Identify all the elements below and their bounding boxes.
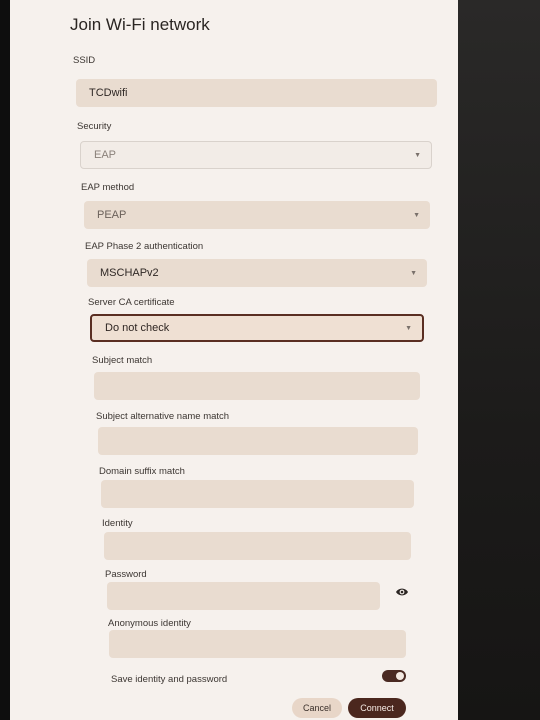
chevron-down-icon: ▼ (413, 211, 420, 219)
security-label: Security (77, 121, 112, 132)
cancel-button[interactable]: Cancel (292, 698, 342, 718)
ca-cert-value: Do not check (105, 322, 170, 334)
ssid-field[interactable]: TCDwifi (76, 79, 437, 107)
san-match-field[interactable] (98, 427, 418, 455)
password-field[interactable] (107, 582, 380, 610)
phase2-select[interactable]: MSCHAPv2 ▼ (87, 259, 427, 287)
connect-button[interactable]: Connect (348, 698, 406, 718)
ssid-value: TCDwifi (89, 87, 128, 99)
phase2-value: MSCHAPv2 (100, 267, 159, 279)
anon-identity-label: Anonymous identity (108, 618, 191, 629)
security-value: EAP (94, 149, 117, 161)
ca-cert-label: Server CA certificate (88, 297, 175, 308)
password-label: Password (105, 569, 147, 580)
san-match-label: Subject alternative name match (96, 411, 230, 422)
save-identity-toggle[interactable] (382, 670, 406, 682)
chevron-down-icon: ▼ (405, 324, 412, 332)
subject-match-label: Subject match (92, 355, 153, 366)
security-select[interactable]: EAP ▼ (80, 141, 432, 169)
identity-field[interactable] (104, 532, 411, 560)
wifi-dialog: Join Wi-Fi network SSID TCDwifi Security… (10, 0, 458, 720)
subject-match-field[interactable] (94, 372, 420, 400)
save-identity-label: Save identity and password (111, 674, 228, 685)
anon-identity-field[interactable] (109, 630, 406, 658)
eap-method-label: EAP method (81, 182, 135, 193)
dialog-title: Join Wi-Fi network (70, 15, 210, 34)
ca-cert-select[interactable]: Do not check ▼ (90, 314, 424, 342)
toggle-knob (396, 672, 404, 680)
eap-method-value: PEAP (97, 209, 127, 221)
phase2-label: EAP Phase 2 authentication (85, 241, 204, 252)
eap-method-select[interactable]: PEAP ▼ (84, 201, 430, 229)
identity-label: Identity (102, 518, 133, 529)
eye-icon[interactable] (395, 586, 409, 598)
chevron-down-icon: ▼ (410, 269, 417, 277)
chevron-down-icon: ▼ (414, 151, 421, 159)
domain-suffix-label: Domain suffix match (99, 466, 185, 477)
background-right (450, 0, 540, 720)
domain-suffix-field[interactable] (101, 480, 414, 508)
ssid-label: SSID (73, 55, 96, 66)
